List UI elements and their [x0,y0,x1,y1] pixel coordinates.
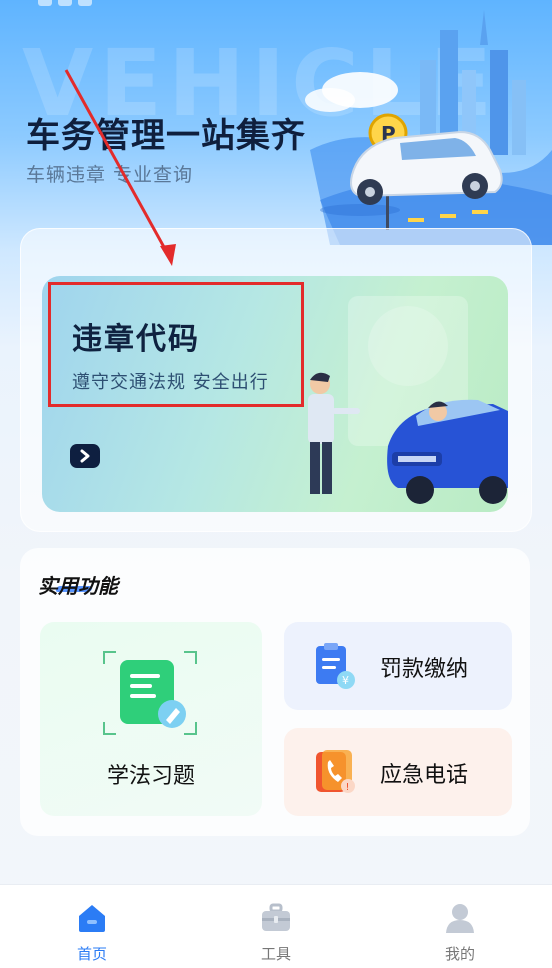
tile-law-quiz-label: 学法习题 [106,764,195,789]
tab-tools-label: 工具 [260,945,291,963]
hero-subtitle: 车辆违章 专业查询 [26,164,194,186]
tab-mine[interactable]: 我的 [368,885,552,968]
user-icon [446,904,474,933]
banner-go-button[interactable] [70,444,100,468]
notes-edit-icon [103,651,197,735]
status-bar-icons [38,0,92,6]
hero-title: 车务管理一站集齐 [26,116,306,156]
section-title: 实用功能 [38,574,118,598]
tile-fine-payment-label: 罚款缴纳 [380,657,469,682]
bottom-tab-bar: 首页 工具 我的 [0,884,552,968]
tab-tools[interactable]: 工具 [184,885,368,968]
tab-home-label: 首页 [76,945,107,963]
practical-functions-section: 实用功能 学法习题 ¥ 罚款缴纳 ! 应急电话 [20,548,530,836]
tile-fine-payment[interactable]: ¥ 罚款缴纳 [284,622,512,710]
tile-emergency-call[interactable]: ! 应急电话 [284,728,512,816]
police-car-illustration [308,296,508,504]
phone-call-icon: ! [316,750,355,793]
bill-yuan-icon: ¥ [316,643,355,689]
svg-text:!: ! [346,782,350,793]
hero-car-illustration: P [305,10,552,245]
home-icon [79,905,105,932]
toolbox-icon [262,903,290,931]
tile-emergency-call-label: 应急电话 [380,763,469,788]
annotation-highlight-box [48,282,304,407]
svg-text:¥: ¥ [342,674,349,687]
tab-mine-label: 我的 [444,945,475,963]
tile-law-quiz[interactable]: 学法习题 [40,622,262,816]
tab-home[interactable]: 首页 [0,885,184,968]
chevron-right-icon [80,449,90,463]
